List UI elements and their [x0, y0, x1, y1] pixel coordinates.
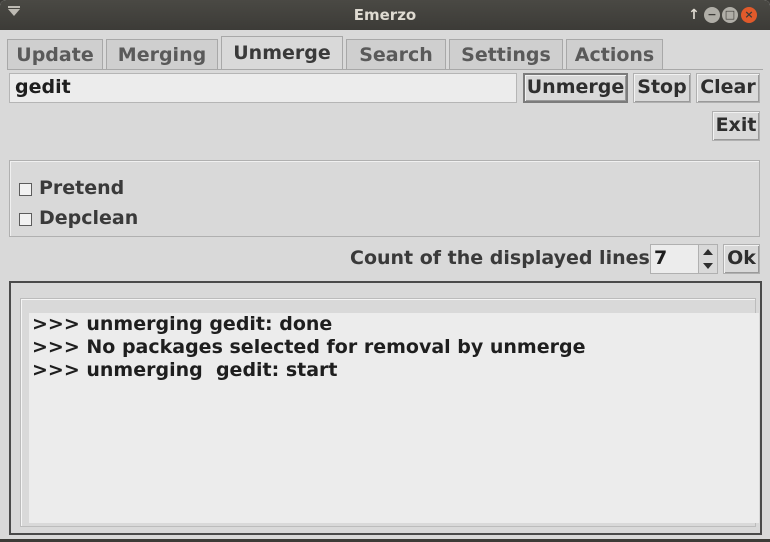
unmerge-button[interactable]: Unmerge — [523, 73, 628, 103]
title-bar[interactable]: Emerzo ↑ − □ × — [0, 0, 770, 30]
window-title: Emerzo — [353, 6, 417, 24]
tab-divider — [7, 69, 763, 70]
log-panel: >>> unmerging gedit: done >>> No package… — [9, 281, 762, 535]
clear-button[interactable]: Clear — [696, 73, 760, 103]
log-line: >>> unmerging gedit: start — [32, 359, 338, 381]
options-frame: Pretend Depclean — [9, 160, 760, 237]
spin-up-icon[interactable] — [703, 249, 713, 255]
count-label: Count of the displayed lines — [350, 247, 650, 269]
count-spinbox[interactable]: 7 — [650, 244, 718, 274]
ok-button[interactable]: Ok — [723, 244, 760, 274]
log-frame: >>> unmerging gedit: done >>> No package… — [20, 298, 759, 527]
tab-settings[interactable]: Settings — [449, 39, 563, 69]
tab-actions[interactable]: Actions — [566, 39, 663, 69]
depclean-label[interactable]: Depclean — [39, 207, 138, 229]
tab-unmerge[interactable]: Unmerge — [221, 36, 343, 70]
exit-button[interactable]: Exit — [712, 111, 760, 141]
minimize-icon[interactable]: − — [704, 7, 720, 23]
stop-button[interactable]: Stop — [633, 73, 691, 103]
depclean-checkbox-box[interactable] — [19, 213, 32, 226]
tab-merging[interactable]: Merging — [106, 39, 218, 69]
log-output[interactable]: >>> unmerging gedit: done >>> No package… — [29, 313, 759, 523]
log-line: >>> No packages selected for removal by … — [32, 336, 586, 358]
close-icon[interactable]: × — [741, 7, 757, 23]
count-value[interactable]: 7 — [654, 247, 667, 269]
keep-above-icon[interactable]: ↑ — [686, 7, 702, 23]
maximize-icon[interactable]: □ — [722, 7, 738, 23]
package-input[interactable]: gedit — [9, 73, 517, 103]
tab-search[interactable]: Search — [346, 39, 446, 69]
spin-arrows[interactable] — [698, 245, 717, 273]
pretend-label[interactable]: Pretend — [39, 177, 124, 199]
tab-update[interactable]: Update — [7, 39, 103, 69]
pretend-checkbox-box[interactable] — [19, 183, 32, 196]
app-window: Emerzo ↑ − □ × Update Merging Unmerge Se… — [0, 0, 770, 542]
spin-down-icon[interactable] — [703, 263, 713, 269]
log-line: >>> unmerging gedit: done — [32, 313, 333, 335]
